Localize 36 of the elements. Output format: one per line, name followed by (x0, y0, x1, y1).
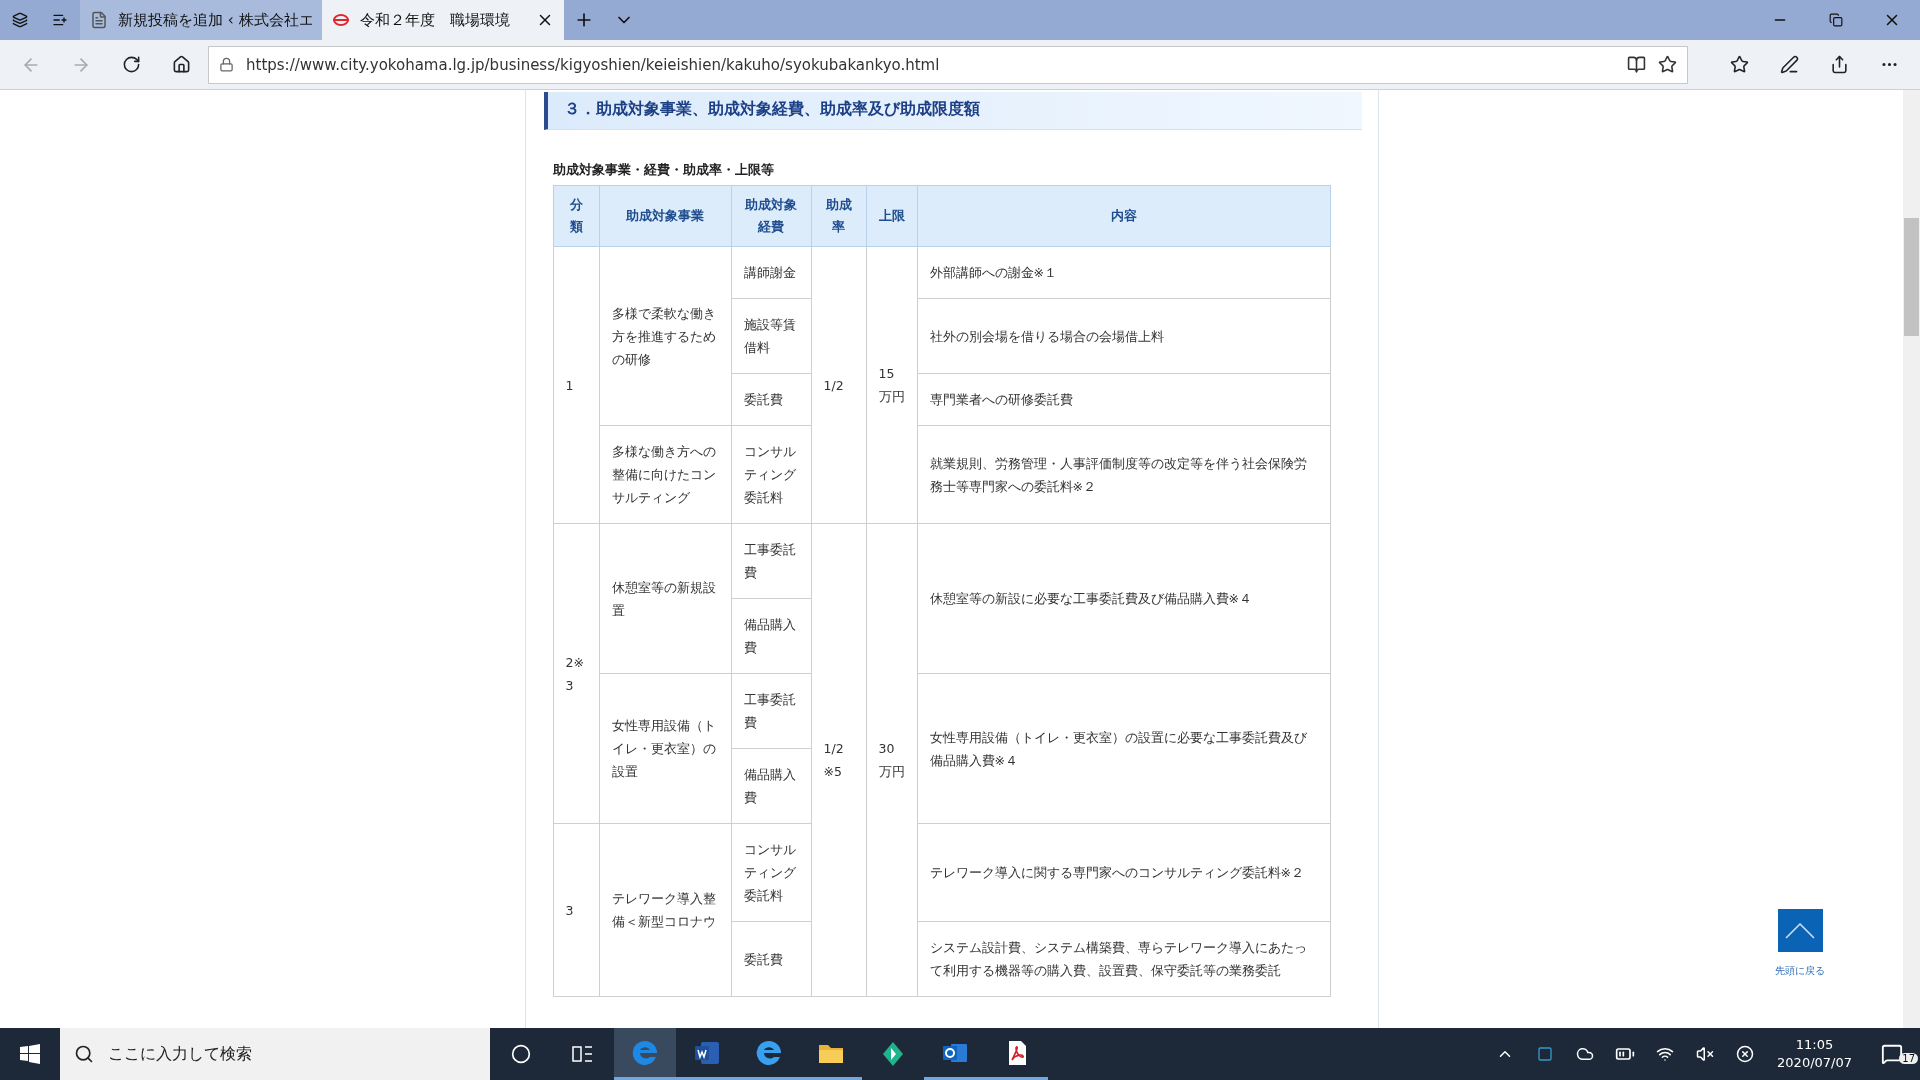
column-header: 助成対象経費 (731, 185, 811, 247)
content-cell: 女性専用設備（トイレ・更衣室）の設置に必要な工事委託費及び備品購入費※４ (917, 673, 1330, 824)
limit-cell: 15万円 (866, 246, 917, 524)
project-cell: 休憩室等の新規設置 (599, 523, 731, 674)
content-cell: 社外の別会場を借りる場合の会場借上料 (917, 298, 1330, 374)
rate-cell: 1/2※5 (811, 523, 866, 997)
expense-cell: 工事委託費 (731, 523, 811, 599)
content-cell: 専門業者への研修委託費 (917, 373, 1330, 426)
column-header: 分類 (553, 185, 599, 247)
category-cell: 2※3 (553, 523, 599, 824)
content-cell: 外部講師への謝金※１ (917, 246, 1330, 299)
column-header: 助成率 (811, 185, 866, 247)
content-cell: 休憩室等の新設に必要な工事委託費及び備品購入費※４ (917, 523, 1330, 674)
project-cell: 多様な働き方への整備に向けたコンサルティング (599, 425, 731, 524)
content-cell: 就業規則、労務管理・人事評価制度等の改定等を伴う社会保険労務士等専門家への委託料※２ (917, 425, 1330, 524)
content-cell: システム設計費、システム構築費、専らテレワーク導入にあたって利用する機器等の購入費、設置費、保守委託等の業務委託 (917, 921, 1330, 997)
expense-cell: 講師謝金 (731, 246, 811, 299)
notification-count: 17 (1899, 1053, 1918, 1064)
table-caption: 助成対象事業・経費・助成率・上限等 (552, 162, 775, 179)
clock[interactable]: 11:05 2020/07/07 (1765, 1036, 1864, 1072)
project-cell: 多様で柔軟な働き方を推進するための研修 (599, 246, 731, 426)
search-field[interactable]: ここに入力して検索 (60, 1028, 490, 1080)
project-cell: 女性専用設備（トイレ・更衣室）の設置 (599, 673, 731, 824)
address-field[interactable]: https://www.city.yokohama.lg.jp/business/kigyoshien/keieishien/kakuho/syokubakankyo.html (208, 45, 1688, 84)
section-heading: ３．助成対象事業、助成対象経費、助成率及び助成限度額 (543, 92, 1362, 130)
column-header: 内容 (917, 185, 1330, 247)
content-cell: テレワーク導入に関する専門家へのコンサルティング委託料※２ (917, 823, 1330, 922)
category-cell: 3 (553, 823, 599, 997)
browser-tab[interactable]: 令和２年度 職場環境 (322, 0, 564, 40)
browser-tab[interactable]: 新規投稿を追加 ‹ 株式会社エ (80, 0, 322, 40)
column-header: 助成対象事業 (599, 185, 731, 247)
project-cell: テレワーク導入整備＜新型コロナウ (599, 823, 731, 997)
column-header: 上限 (866, 185, 917, 247)
rate-cell: 1/2 (811, 246, 866, 524)
category-cell: 1 (553, 246, 599, 524)
limit-cell: 30万円 (866, 523, 917, 997)
